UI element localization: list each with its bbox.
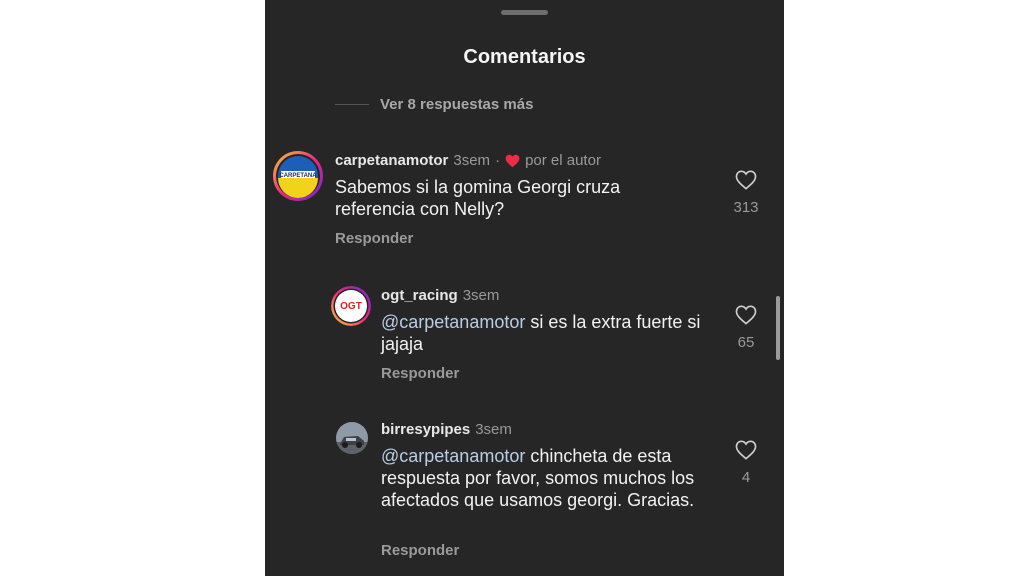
like-control: 65 [726,305,766,351]
view-more-replies-label: Ver 8 respuestas más [380,96,534,113]
username[interactable]: carpetanamotor [335,152,448,169]
avatar[interactable]: CARPETANA [273,151,323,201]
like-count: 4 [741,469,751,486]
reply-button[interactable]: Responder [335,230,413,247]
svg-text:CARPETANA: CARPETANA [279,173,317,179]
like-control: 313 [726,170,766,216]
heart-outline-icon[interactable] [735,440,757,460]
divider-line [335,104,369,105]
comment-text: @carpetanamotor si es la extra fuerte si… [381,311,711,355]
heart-filled-icon [505,154,520,167]
comment-header: birresypipes 3sem [381,421,512,438]
username[interactable]: birresypipes [381,421,470,438]
avatar[interactable] [336,422,368,454]
svg-text:OGT: OGT [340,301,362,312]
view-more-replies-button[interactable]: Ver 8 respuestas más [335,96,533,113]
username[interactable]: ogt_racing [381,287,458,304]
avatar[interactable]: OGT [331,286,371,326]
heart-outline-icon[interactable] [735,305,757,325]
timestamp: 3sem [462,287,500,304]
separator-dot: · [495,152,501,169]
ogt-logo-icon: OGT [331,286,371,326]
mention-link[interactable]: @carpetanamotor [381,446,525,466]
like-count: 65 [737,334,755,351]
comment-text: Sabemos si la gomina Georgi cruza refere… [335,177,621,219]
sheet-title: Comentarios [463,46,586,68]
comment-text: @carpetanamotor chincheta de esta respue… [381,445,699,511]
comment-header: ogt_racing 3sem [381,287,499,304]
drag-handle[interactable] [501,10,548,15]
like-count: 313 [733,199,759,216]
timestamp: 3sem [475,421,512,438]
mention-link[interactable]: @carpetanamotor [381,312,525,332]
reply-button[interactable]: Responder [381,542,459,559]
scrollbar[interactable] [776,296,780,360]
car-photo-icon [336,422,368,454]
comment-header: carpetanamotor 3sem · por el autor [335,152,601,169]
like-control: 4 [726,440,766,486]
timestamp: 3sem [453,152,491,169]
carpetana-logo-icon: CARPETANA [276,154,320,198]
reply-button[interactable]: Responder [381,365,459,382]
heart-outline-icon[interactable] [735,170,757,190]
comments-sheet: Comentarios Ver 8 respuestas más CARPETA… [265,0,784,576]
liked-by-author-label: por el autor [525,152,601,169]
